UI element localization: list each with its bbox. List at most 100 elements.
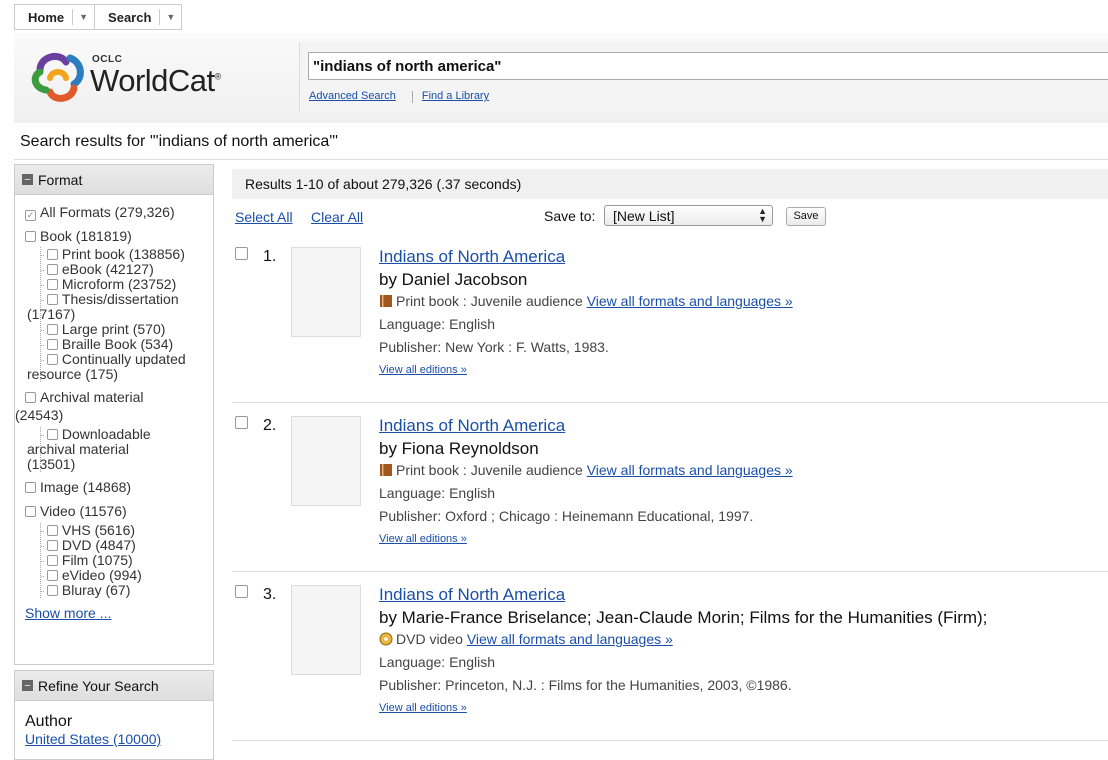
- chevron-down-icon[interactable]: ▼: [159, 9, 175, 25]
- list-select-value: [New List]: [613, 208, 675, 224]
- find-library-link[interactable]: Find a Library: [422, 90, 497, 103]
- view-formats-link[interactable]: View all formats and languages »: [467, 631, 673, 647]
- format-label-cont: (13501): [27, 456, 76, 472]
- checkbox[interactable]: [46, 339, 58, 350]
- format-label: Microform (23752): [61, 276, 177, 292]
- nav-home-label[interactable]: Home: [28, 10, 64, 25]
- format-label: Downloadable: [61, 426, 151, 442]
- record-format-line: DVD video View all formats and languages…: [379, 631, 987, 654]
- nav-search[interactable]: Search ▼: [95, 5, 181, 29]
- record-title-link[interactable]: Indians of North America: [379, 585, 987, 608]
- format-item-archival[interactable]: Archival material: [25, 390, 207, 405]
- show-more-link[interactable]: Show more ...: [25, 606, 207, 621]
- checkbox[interactable]: [25, 231, 36, 242]
- refine-facet-title: Refine Your Search: [38, 677, 159, 694]
- format-label: eVideo (994): [61, 567, 142, 583]
- record-format: Print book : Juvenile audience: [396, 293, 583, 309]
- format-item-book[interactable]: Book (181819): [25, 229, 207, 244]
- collapse-icon[interactable]: –: [22, 174, 33, 185]
- record-body: Indians of North America by Fiona Reynol…: [379, 416, 793, 545]
- checkbox[interactable]: [25, 392, 36, 403]
- chevron-down-icon[interactable]: ▼: [72, 9, 88, 25]
- record-title-link[interactable]: Indians of North America: [379, 416, 793, 439]
- save-button[interactable]: Save: [786, 207, 826, 226]
- format-item-all[interactable]: ✓ All Formats (279,326): [25, 205, 207, 221]
- checkbox[interactable]: [46, 525, 58, 536]
- format-item[interactable]: Braille Book (534): [41, 337, 207, 352]
- record-divider: [232, 571, 1108, 572]
- worldcat-logo[interactable]: OCLC WorldCat®: [30, 45, 230, 107]
- worldcat-wordmark: WorldCat®: [90, 63, 221, 99]
- record-publisher: Publisher: Princeton, N.J. : Films for t…: [379, 677, 792, 693]
- record-checkbox[interactable]: [235, 585, 248, 598]
- advanced-search-link[interactable]: Advanced Search: [309, 90, 404, 103]
- page-title: Search results for '"indians of north am…: [20, 133, 339, 150]
- format-item[interactable]: DVD (4847): [41, 538, 207, 553]
- header: OCLC WorldCat® Advanced Search Find a Li…: [14, 33, 1108, 123]
- checkbox[interactable]: [46, 279, 58, 290]
- search-area: Advanced Search Find a Library: [299, 42, 1108, 112]
- checkbox[interactable]: [46, 294, 58, 305]
- format-item[interactable]: Downloadable: [41, 427, 207, 442]
- record-publisher: Publisher: New York : F. Watts, 1983.: [379, 339, 609, 355]
- refine-facet-header[interactable]: – Refine Your Search: [15, 671, 213, 701]
- format-label: DVD (4847): [61, 537, 136, 553]
- format-item[interactable]: Thesis/dissertation: [41, 292, 207, 307]
- format-item[interactable]: eVideo (994): [41, 568, 207, 583]
- checkbox[interactable]: [46, 585, 58, 596]
- record-checkbox[interactable]: [235, 247, 248, 260]
- checkbox[interactable]: [46, 249, 58, 260]
- clear-all-link[interactable]: Clear All: [311, 209, 363, 225]
- record-checkbox[interactable]: [235, 416, 248, 429]
- checkbox[interactable]: [46, 429, 58, 440]
- format-item[interactable]: eBook (42127): [41, 262, 207, 277]
- checkbox-checked[interactable]: ✓: [25, 210, 36, 221]
- checkbox[interactable]: [46, 324, 58, 335]
- format-item[interactable]: Bluray (67): [41, 583, 207, 598]
- format-item[interactable]: Microform (23752): [41, 277, 207, 292]
- view-editions-link[interactable]: View all editions »: [379, 702, 987, 714]
- record-number: 1.: [263, 248, 277, 265]
- checkbox[interactable]: [46, 354, 58, 365]
- search-links: Advanced Search Find a Library: [309, 90, 505, 103]
- record-divider: [232, 740, 1108, 741]
- format-item-video[interactable]: Video (11576): [25, 504, 207, 519]
- format-item[interactable]: Print book (138856): [41, 247, 207, 262]
- cover-thumbnail[interactable]: [291, 585, 361, 675]
- checkbox[interactable]: [25, 482, 36, 493]
- format-label: All Formats (279,326): [40, 204, 175, 220]
- list-select[interactable]: [New List] ▲ ▼: [604, 205, 773, 226]
- view-formats-link[interactable]: View all formats and languages »: [587, 293, 793, 309]
- record-title-link[interactable]: Indians of North America: [379, 247, 793, 270]
- format-list: ✓ All Formats (279,326) Book (181819) Pri…: [15, 195, 213, 621]
- search-input[interactable]: [308, 52, 1108, 80]
- record-format: DVD video: [396, 631, 463, 647]
- link-divider: [411, 91, 413, 103]
- format-facet-header[interactable]: – Format: [15, 165, 213, 195]
- checkbox[interactable]: [25, 506, 36, 517]
- format-label: Video (11576): [40, 503, 127, 519]
- checkbox[interactable]: [46, 570, 58, 581]
- cover-thumbnail[interactable]: [291, 247, 361, 337]
- checkbox[interactable]: [46, 555, 58, 566]
- worldcat-name: WorldCat: [90, 63, 215, 98]
- format-item[interactable]: Film (1075): [41, 553, 207, 568]
- format-item[interactable]: Large print (570): [41, 322, 207, 337]
- cover-thumbnail[interactable]: [291, 416, 361, 506]
- nav-home[interactable]: Home ▼: [15, 5, 96, 29]
- results-toolbar: Select All Clear All Save to: [New List]…: [235, 205, 1108, 229]
- author-facet-link[interactable]: United States (10000): [15, 723, 171, 755]
- format-item[interactable]: VHS (5616): [41, 523, 207, 538]
- view-formats-link[interactable]: View all formats and languages »: [587, 462, 793, 478]
- format-label-cont: (24543): [15, 407, 64, 423]
- checkbox[interactable]: [46, 264, 58, 275]
- nav-search-label[interactable]: Search: [108, 10, 151, 25]
- checkbox[interactable]: [46, 540, 58, 551]
- view-editions-link[interactable]: View all editions »: [379, 533, 793, 545]
- format-item[interactable]: Continually updated: [41, 352, 207, 367]
- format-facet-title: Format: [38, 171, 83, 188]
- select-all-link[interactable]: Select All: [235, 209, 293, 225]
- collapse-icon[interactable]: –: [22, 680, 33, 691]
- view-editions-link[interactable]: View all editions »: [379, 364, 793, 376]
- format-item-image[interactable]: Image (14868): [25, 480, 207, 495]
